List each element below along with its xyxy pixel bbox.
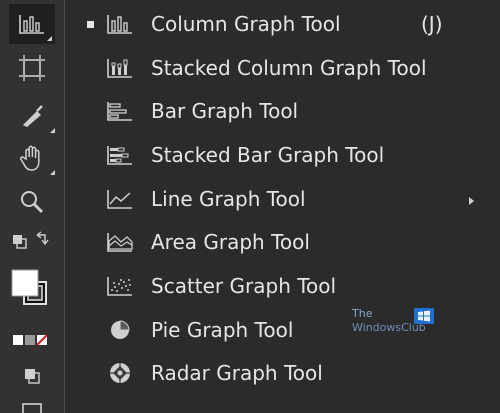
menu-item-label: Bar Graph Tool (151, 99, 299, 123)
menu-item-column-graph-tool[interactable]: Column Graph Tool (J) (65, 4, 475, 44)
tool-group-indicator (50, 128, 55, 133)
screen-mode-icon (22, 403, 42, 413)
hand-icon (20, 145, 40, 171)
column-graph-icon (107, 15, 132, 34)
column-graph-icon (19, 15, 44, 34)
line-graph-icon (107, 190, 132, 209)
zoom-tool-button[interactable] (6, 182, 58, 222)
bar-graph-icon (107, 102, 132, 121)
watermark: The WindowsClub (352, 308, 436, 338)
pie-graph-icon (111, 320, 130, 339)
menu-item-label: Stacked Column Graph Tool (151, 56, 427, 80)
menu-item-label: Pie Graph Tool (151, 318, 294, 342)
area-graph-icon (107, 233, 133, 252)
stacked-bar-graph-icon (107, 146, 132, 165)
tools-panel (0, 0, 64, 413)
radar-graph-icon (110, 363, 130, 383)
menu-item-stacked-bar-graph-tool[interactable]: Stacked Bar Graph Tool (65, 135, 475, 175)
slice-tool-button[interactable] (6, 96, 58, 136)
windows-logo-icon (414, 308, 434, 324)
shortcut-label: (J) (421, 12, 443, 36)
menu-item-bar-graph-tool[interactable]: Bar Graph Tool (65, 91, 475, 131)
menu-item-label: Stacked Bar Graph Tool (151, 143, 385, 167)
selected-indicator (87, 20, 94, 28)
draw-mode-button[interactable] (6, 358, 58, 394)
scatter-graph-icon (107, 277, 132, 296)
swap-fill-stroke-button[interactable] (6, 224, 58, 258)
menu-item-stacked-column-graph-tool[interactable]: Stacked Column Graph Tool (65, 48, 475, 88)
graph-tools-flyout-menu: Column Graph Tool (J) Stacked Column Gra… (64, 0, 500, 413)
tool-group-indicator (47, 36, 52, 41)
artboard-tool-button[interactable] (6, 48, 58, 88)
menu-item-label: Area Graph Tool (151, 230, 310, 254)
menu-item-label: Radar Graph Tool (151, 361, 323, 385)
zoom-magnifier-icon (21, 191, 44, 214)
slice-knife-icon (23, 105, 43, 127)
submenu-arrow-icon (469, 197, 474, 205)
tool-group-indicator (50, 170, 55, 175)
hand-tool-button[interactable] (6, 138, 58, 178)
menu-item-label: Column Graph Tool (151, 12, 341, 36)
menu-item-scatter-graph-tool[interactable]: Scatter Graph Tool (65, 266, 475, 306)
color-modes[interactable] (6, 322, 58, 358)
fill-stroke-icon (11, 269, 47, 305)
swap-fill-stroke-icon (13, 231, 49, 249)
screen-mode-button[interactable] (6, 398, 58, 413)
color-modes-icon (13, 334, 48, 346)
draw-modes-icon (25, 369, 40, 384)
menu-item-label: Scatter Graph Tool (151, 274, 337, 298)
menu-item-area-graph-tool[interactable]: Area Graph Tool (65, 222, 475, 262)
menu-item-line-graph-tool[interactable]: Line Graph Tool (65, 179, 475, 219)
menu-item-label: Line Graph Tool (151, 187, 306, 211)
column-graph-tool-button[interactable] (9, 4, 55, 44)
artboard-icon (19, 55, 45, 81)
menu-item-radar-graph-tool[interactable]: Radar Graph Tool (65, 353, 475, 393)
fill-stroke-swatch[interactable] (6, 260, 58, 320)
watermark-line1: The (352, 307, 373, 320)
stacked-column-graph-icon (107, 59, 132, 78)
